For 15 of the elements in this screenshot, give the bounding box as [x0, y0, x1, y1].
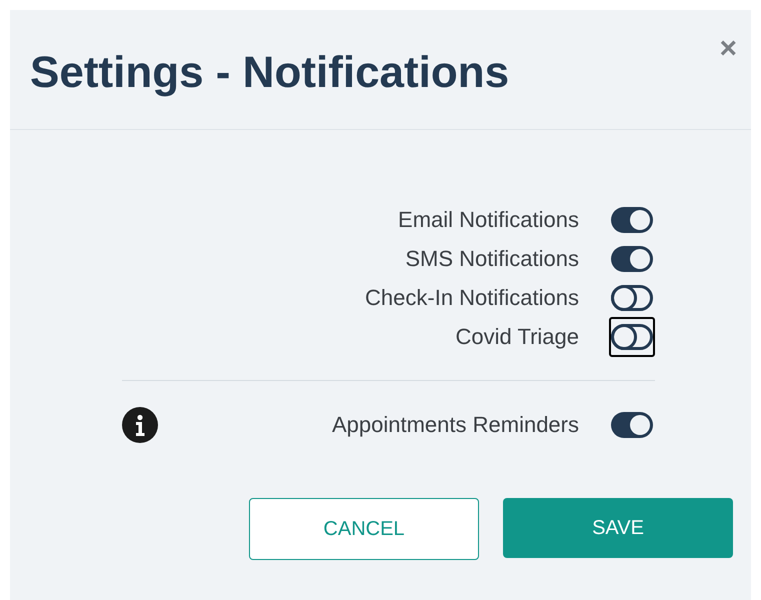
info-icon: [122, 406, 158, 442]
toggle-label: SMS Notifications: [404, 245, 580, 273]
dialog-title: Settings - Notifications: [30, 47, 510, 99]
toggle-switch[interactable]: [611, 412, 653, 438]
save-button[interactable]: SAVE: [503, 498, 733, 558]
toggle-label: Appointments Reminders: [330, 411, 580, 439]
toggle-label: Email Notifications: [397, 206, 580, 234]
toggle-label: Covid Triage: [454, 323, 580, 351]
toggle-label: Check-In Notifications: [364, 284, 580, 312]
toggle-switch[interactable]: [611, 246, 653, 272]
close-button[interactable]: ×: [719, 34, 737, 64]
cancel-button[interactable]: CANCEL: [249, 498, 479, 560]
toggle-switch[interactable]: [611, 284, 653, 310]
toggle-switch[interactable]: [611, 206, 653, 232]
toggle-switch[interactable]: [611, 324, 653, 350]
